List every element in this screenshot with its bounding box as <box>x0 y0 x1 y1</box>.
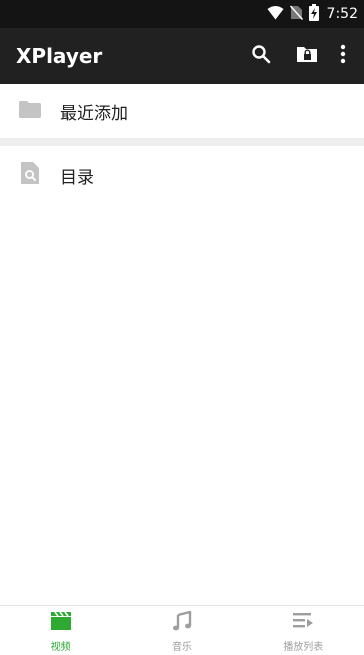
playlist-play-icon <box>292 611 314 635</box>
search-icon <box>251 44 271 68</box>
app-bar: XPlayer <box>0 28 364 84</box>
app-title: XPlayer <box>16 44 103 68</box>
bottom-navigation: 视频 音乐 播放列表 <box>0 605 364 655</box>
item-icon-container <box>0 162 60 188</box>
music-note-icon <box>172 610 192 635</box>
list-item-label: 目录 <box>60 167 94 188</box>
folder-icon <box>19 100 41 122</box>
file-search-icon <box>21 162 39 188</box>
status-bar: 7:52 <box>0 0 364 28</box>
battery-charging-icon <box>308 3 319 25</box>
nav-item-music[interactable]: 音乐 <box>121 606 242 655</box>
nav-item-playlist[interactable]: 播放列表 <box>243 606 364 655</box>
nav-label: 视频 <box>50 642 71 653</box>
nav-label: 播放列表 <box>283 642 324 653</box>
search-button[interactable] <box>238 33 284 79</box>
app-actions <box>238 28 356 84</box>
list-item-label: 最近添加 <box>60 103 128 124</box>
video-clapper-icon <box>50 611 72 635</box>
list-item-directory[interactable]: 目录 <box>0 146 364 204</box>
nav-item-video[interactable]: 视频 <box>0 606 121 655</box>
list-divider <box>0 138 364 146</box>
status-icons: 7:52 <box>267 0 358 28</box>
private-folder-button[interactable] <box>284 33 330 79</box>
nav-label: 音乐 <box>171 642 192 653</box>
item-icon-container <box>0 100 60 122</box>
more-options-button[interactable] <box>330 33 356 79</box>
more-vert-icon <box>340 44 346 68</box>
no-sim-icon <box>289 5 303 24</box>
wifi-icon <box>267 5 284 24</box>
list-item-recently-added[interactable]: 最近添加 <box>0 84 364 138</box>
folder-list: 最近添加 目录 <box>0 84 364 204</box>
status-time: 7:52 <box>326 6 358 22</box>
private-folder-lock-icon <box>296 45 318 67</box>
